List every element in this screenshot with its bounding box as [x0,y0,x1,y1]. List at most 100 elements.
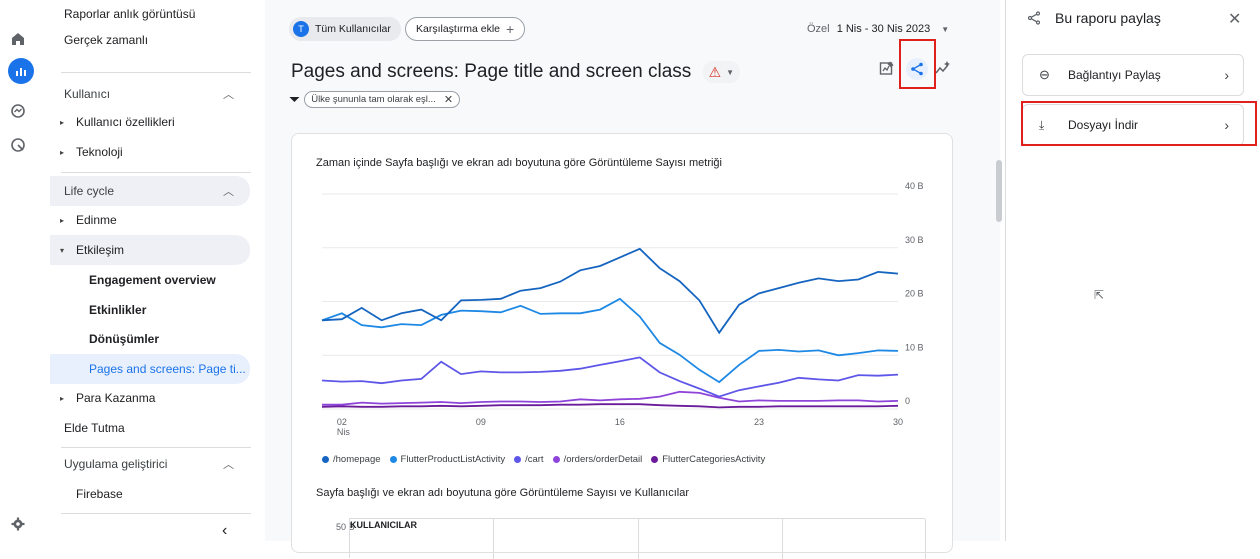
nav-section-user[interactable]: Kullanıcı ︿ [50,80,250,108]
scrollbar[interactable] [996,160,1002,222]
legend-dot [322,456,329,463]
chevron-up-icon: ︿ [223,89,234,101]
nav-realtime[interactable]: Gerçek zamanlı [50,26,250,54]
nav-label: Uygulama geliştirici [64,457,168,471]
nav-label: Raporlar anlık görüntüsü [64,7,196,21]
x-tick-label: 30 [893,417,903,427]
segment-label: Tüm Kullanıcılar [315,23,391,35]
nav-label: Para Kazanma [76,391,156,405]
nav-label: Elde Tutma [64,421,125,435]
legend-item[interactable]: FlutterProductListActivity [389,454,505,465]
reports-icon[interactable] [8,58,34,84]
x-tick-label: 23 [754,417,764,427]
nav-label: Dönüşümler [89,332,160,346]
divider [61,447,251,448]
nav-section-app-dev[interactable]: Uygulama geliştirici ︿ [50,450,250,478]
report-main: T Tüm Kullanıcılar Karşılaştırma ekle + … [265,0,1000,559]
caret-right-icon: ▸ [60,393,65,403]
legend-dot [552,456,560,463]
report-card: Zaman içinde Sayfa başlığı ve ekran adı … [291,133,953,559]
home-icon[interactable] [6,27,30,51]
date-range-picker[interactable]: Özel 1 Nis - 30 Nis 2023 ▼ [807,23,949,35]
nav-technology[interactable]: ▸ Teknoloji [50,138,250,166]
divider [61,513,251,514]
share-icon [1027,11,1041,30]
series-line [322,390,899,406]
series-line [321,356,899,398]
add-comparison-button[interactable]: Karşılaştırma ekle + [405,17,526,41]
legend-item[interactable]: FlutterCategoriesActivity [651,454,765,465]
nav-label: Etkileşim [76,243,125,257]
legend-label: /homepage [333,454,381,465]
data-quality-chip[interactable]: ⚠ ▼ [702,61,741,83]
page-title: Pages and screens: Page title and screen… [291,61,741,83]
chevron-up-icon: ︿ [223,459,234,471]
nav-label: Pages and screens: Page ti... [89,362,246,376]
nav-retention[interactable]: Elde Tutma [50,414,250,442]
caret-right-icon: ▸ [60,117,65,127]
table-gridline [638,519,639,559]
nav-reports-snapshot[interactable]: Raporlar anlık görüntüsü [50,0,250,28]
date-range: 1 Nis - 30 Nis 2023 [836,23,931,35]
share-link-label: Bağlantıyı Paylaş [1068,68,1161,82]
explore-icon[interactable] [6,99,30,123]
nav-label: Engagement overview [89,273,216,287]
nav-label: Firebase [76,487,123,501]
filter-icon: ⏷ [289,91,301,107]
legend-label: /orders/orderDetail [563,454,643,465]
x-tick-sublabel: Nis [337,427,350,437]
caret-down-icon: ▾ [60,245,65,255]
icon-rail [0,0,50,541]
segment-chip[interactable]: T Tüm Kullanıcılar [289,17,401,41]
legend-item[interactable]: /homepage [322,454,381,465]
table-chart [349,518,926,559]
chart-legend: /homepage FlutterProductListActivity/cart… [322,454,774,465]
nav-section-lifecycle[interactable]: Life cycle ︿ [50,176,250,206]
x-tick-label: 09 [476,417,486,427]
filter-chip-label: Ülke şununla tam olarak eşl... [311,94,436,105]
x-tick-label: 02 [337,417,347,427]
legend-dot [651,456,659,463]
nav-label: Kullanıcı [64,87,111,101]
filter-bar: ⏷ Ülke şununla tam olarak eşl... ✕ [289,91,461,108]
highlight-box [899,39,936,89]
table-gridline [782,519,783,559]
close-icon[interactable]: ✕ [1228,9,1241,29]
highlight-box [1021,101,1257,146]
nav-label: Edinme [76,213,117,227]
chevron-up-icon: ︿ [223,186,234,198]
insights-icon[interactable] [935,60,953,78]
advertising-icon[interactable] [6,133,30,157]
nav-acquisition[interactable]: ▸ Edinme [50,206,250,234]
legend-dot [514,456,522,463]
mouse-cursor-icon: ⇱ [1094,288,1105,302]
nav-label: Etkinlikler [89,303,147,317]
table-title: Sayfa başlığı ve ekran adı boyutuna göre… [316,487,689,499]
nav-monetization[interactable]: ▸ Para Kazanma [50,384,250,412]
nav-events[interactable]: Etkinlikler [50,296,250,324]
close-icon[interactable]: ✕ [444,93,453,106]
table-header-users: KULLANICILAR [350,520,417,530]
y-tick-label: 20 B [905,289,924,299]
date-prefix: Özel [807,23,830,35]
nav-label: Kullanıcı özellikleri [76,115,175,129]
caret-right-icon: ▸ [60,147,65,157]
table-gridline [925,519,926,559]
series-line [321,247,899,335]
nav-conversions[interactable]: Dönüşümler [50,325,250,353]
nav-firebase[interactable]: Firebase [50,480,250,508]
customize-report-icon[interactable] [879,60,899,80]
nav-user-properties[interactable]: ▸ Kullanıcı özellikleri [50,108,250,136]
nav-pages-and-screens[interactable]: Pages and screens: Page ti... [50,354,250,384]
caret-right-icon: ▸ [60,215,65,225]
caret-down-icon: ▼ [726,67,735,77]
nav-engagement-overview[interactable]: Engagement overview [50,266,250,294]
filter-chip[interactable]: Ülke şununla tam olarak eşl... ✕ [304,91,461,108]
share-link-button[interactable]: ⊖ Bağlantıyı Paylaş › [1022,54,1244,96]
series-line [321,403,899,409]
nav-engagement[interactable]: ▾ Etkileşim [50,235,250,265]
legend-item[interactable]: /cart [514,454,544,465]
legend-item[interactable]: /orders/orderDetail [552,454,643,465]
gear-icon[interactable] [6,512,30,536]
collapse-nav-icon[interactable]: ‹ [222,522,227,540]
